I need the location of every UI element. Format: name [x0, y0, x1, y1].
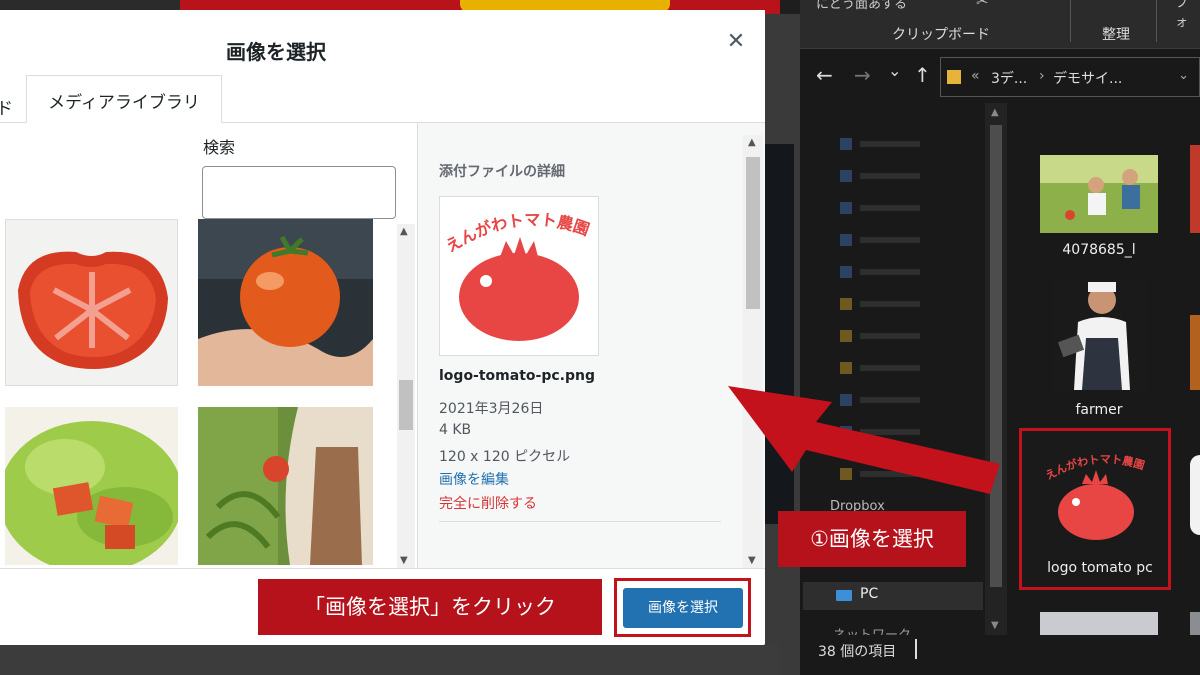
nav-item[interactable]	[840, 229, 980, 246]
attachment-date: 2021年3月26日	[439, 401, 544, 417]
nav-item[interactable]	[840, 293, 980, 310]
nav-item[interactable]	[840, 133, 980, 150]
media-thumbnail-salad[interactable]	[5, 407, 178, 565]
farmer-with-tablet-image	[1052, 278, 1148, 390]
library-scrollbar[interactable]: ▲ ▼	[397, 224, 415, 568]
attachment-details-sidebar: 添付ファイルの詳細 えんがわトマト農園 logo-tomato-pc.png 2…	[417, 123, 765, 568]
attachment-dimensions: 120 x 120 ピクセル	[439, 449, 571, 465]
pointer-arrow-icon	[728, 386, 1000, 494]
file-label-4078685[interactable]: 4078685_l	[1040, 242, 1158, 258]
button-highlight-frame	[614, 578, 751, 637]
back-arrow-icon[interactable]: ←	[816, 63, 833, 87]
delete-permanently-link[interactable]: 完全に削除する	[439, 493, 537, 513]
search-input[interactable]	[202, 166, 396, 219]
media-thumbnail-farmer-picking[interactable]	[198, 407, 373, 565]
file-thumbnail-partial[interactable]	[1190, 315, 1200, 390]
scrollbar-thumb[interactable]	[746, 157, 760, 309]
tab-upload-files[interactable]: ド	[0, 88, 13, 122]
modal-title: 画像を選択	[226, 40, 326, 64]
scroll-up-icon[interactable]: ▲	[400, 226, 408, 237]
breadcrumb-folder-2[interactable]: デモサイ...	[1053, 68, 1122, 88]
scroll-down-icon[interactable]: ▼	[748, 555, 756, 566]
media-thumbnail-tomato-hand[interactable]	[198, 219, 373, 386]
farmers-field-image	[1040, 155, 1158, 233]
breadcrumb-overflow[interactable]: «	[971, 68, 980, 84]
nav-item[interactable]	[840, 325, 980, 342]
click-instruction-callout: 「画像を選択」をクリック	[258, 579, 602, 635]
file-thumbnail-farmer[interactable]	[1052, 278, 1148, 390]
breadcrumb-separator: ›	[1039, 68, 1045, 84]
nav-item[interactable]	[840, 197, 980, 214]
scrollbar-thumb[interactable]	[990, 125, 1002, 587]
status-bar: 38 個の項目	[800, 635, 1200, 675]
file-thumbnail-partial[interactable]	[1190, 145, 1200, 233]
file-thumbnail-4078685[interactable]	[1040, 155, 1158, 233]
status-bar-divider	[915, 639, 917, 659]
file-thumbnail-partial[interactable]	[1190, 455, 1200, 535]
address-field[interactable]: « 3デ... › デモサイ... ⌄	[940, 57, 1200, 97]
edit-image-link[interactable]: 画像を編集	[439, 469, 509, 489]
ribbon-separator	[1156, 0, 1157, 42]
up-arrow-icon[interactable]: ↑	[914, 63, 931, 87]
scroll-down-icon[interactable]: ▼	[400, 555, 408, 566]
search-label: 検索	[203, 138, 236, 157]
folder-icon	[947, 70, 961, 84]
file-label-farmer[interactable]: farmer	[1040, 402, 1158, 418]
file-thumbnail-logo-tomato[interactable]: えんがわトマト農園	[1042, 446, 1150, 550]
tomato-in-hand-image	[198, 219, 373, 386]
forward-arrow-icon[interactable]: →	[854, 63, 871, 87]
attachment-details-heading: 添付ファイルの詳細	[439, 164, 565, 180]
attachment-filename: logo-tomato-pc.png	[439, 368, 595, 384]
step-one-callout: ①画像を選択	[778, 511, 966, 567]
address-dropdown-chevron-icon[interactable]: ⌄	[1178, 68, 1189, 83]
background-footer	[0, 645, 780, 675]
nav-item-pc-label: PC	[860, 586, 879, 602]
ribbon-separator	[1070, 0, 1071, 42]
tomato-logo-image: えんがわトマト農園	[1042, 446, 1150, 550]
attachment-filesize: 4 KB	[439, 422, 472, 438]
ribbon-top-text: にどう面あする	[816, 0, 908, 12]
salad-image	[5, 407, 178, 565]
cut-icon[interactable]: ✂	[976, 0, 989, 10]
address-bar-row: ← → ⌄ ↑ « 3デ... › デモサイ... ⌄	[800, 49, 1200, 103]
item-count: 38 個の項目	[818, 644, 897, 660]
scroll-up-icon[interactable]: ▲	[748, 137, 756, 148]
scrollbar-thumb[interactable]	[399, 380, 413, 430]
media-thumbnail-tomato-slice[interactable]	[5, 219, 178, 386]
attachment-preview: えんがわトマト農園	[439, 196, 599, 356]
file-thumbnail-partial[interactable]	[1190, 612, 1200, 635]
media-modal: 画像を選択 ✕ ド メディアライブラリ 検索 ▲ ▼ 添付ファイルの詳細 えんが…	[0, 10, 765, 645]
scroll-down-icon[interactable]: ▼	[991, 620, 999, 631]
ribbon-group-organize: 整理	[1102, 27, 1130, 43]
tab-media-library[interactable]: メディアライブラリ	[26, 75, 222, 123]
file-label-logo-tomato-pc[interactable]: logo tomato pc	[1030, 560, 1170, 576]
recent-locations-chevron-icon[interactable]: ⌄	[888, 61, 901, 80]
file-thumbnail-partial[interactable]	[1040, 612, 1158, 635]
ribbon-side-fragment: フォ	[1175, 0, 1189, 30]
nav-item[interactable]	[840, 261, 980, 278]
computer-icon	[836, 590, 852, 601]
nav-item-pc[interactable]: PC	[803, 582, 983, 610]
details-divider	[439, 521, 721, 522]
ribbon-group-clipboard: クリップボード	[892, 27, 990, 43]
background-overlay	[760, 14, 800, 675]
details-scrollbar[interactable]: ▲ ▼	[743, 135, 763, 568]
nav-item[interactable]	[840, 165, 980, 182]
ribbon: にどう面あする ✂ フォ クリップボード 整理	[800, 0, 1200, 48]
close-icon[interactable]: ✕	[722, 28, 750, 56]
tomato-logo-image: えんがわトマト農園	[440, 197, 598, 355]
breadcrumb-folder-1[interactable]: 3デ...	[991, 68, 1027, 88]
scroll-up-icon[interactable]: ▲	[991, 107, 999, 118]
nav-item[interactable]	[840, 357, 980, 374]
navigation-pane-scrollbar[interactable]: ▲ ▼	[985, 103, 1007, 635]
tomato-slice-image	[6, 220, 177, 385]
farmer-picking-image	[198, 407, 373, 565]
